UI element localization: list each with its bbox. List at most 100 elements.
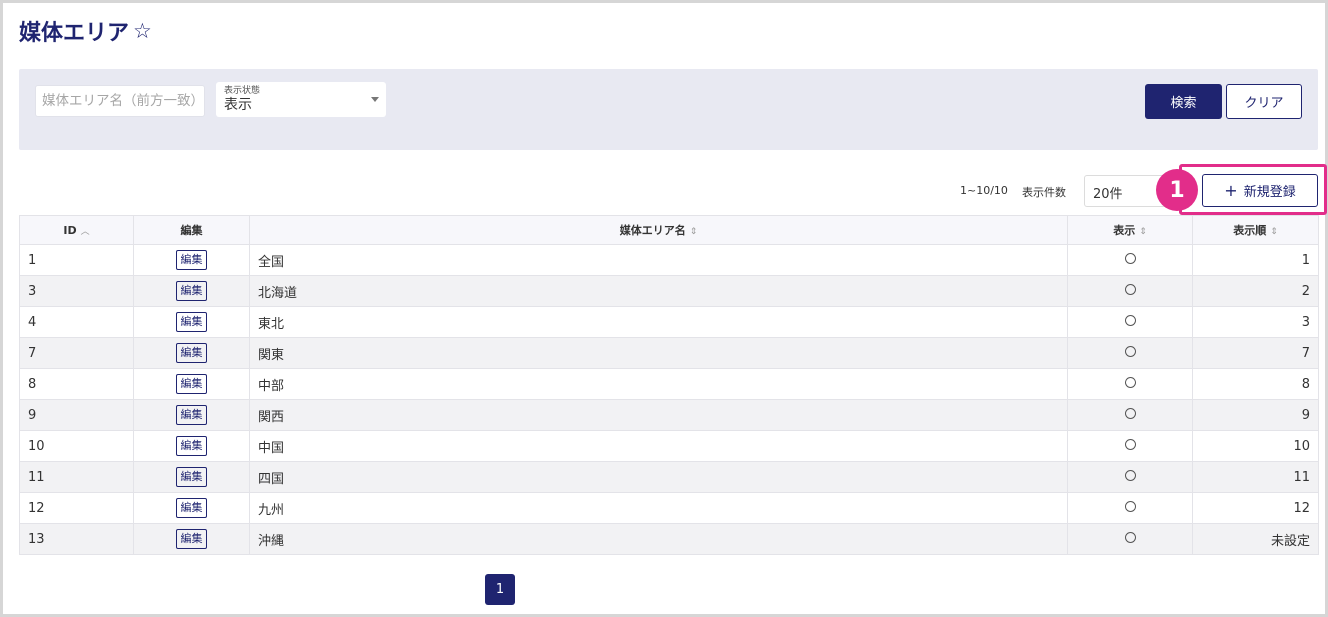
display-status-select[interactable]: 表示状態 表示 bbox=[216, 82, 386, 117]
cell-order: 7 bbox=[1192, 337, 1319, 369]
edit-button[interactable]: 編集 bbox=[176, 312, 207, 332]
edit-button[interactable]: 編集 bbox=[176, 281, 207, 301]
sort-asc-icon: ︿ bbox=[80, 226, 90, 237]
edit-button[interactable]: 編集 bbox=[176, 498, 207, 518]
table-row: 3 編集 北海道 2 bbox=[19, 275, 1319, 307]
page-title: 媒体エリア ☆ bbox=[19, 15, 152, 47]
cell-order: 3 bbox=[1192, 306, 1319, 338]
cell-id: 9 bbox=[19, 399, 134, 431]
cell-area-name: 中部 bbox=[249, 368, 1068, 400]
header-area-name[interactable]: 媒体エリア名 ⇕ bbox=[249, 215, 1068, 245]
cell-id: 1 bbox=[19, 244, 134, 276]
result-range: 1~10/10 bbox=[960, 184, 1008, 197]
cell-order: 1 bbox=[1192, 244, 1319, 276]
sort-icon: ⇕ bbox=[1270, 227, 1278, 237]
favorite-star-icon[interactable]: ☆ bbox=[133, 19, 152, 43]
edit-button[interactable]: 編集 bbox=[176, 467, 207, 487]
cell-edit: 編集 bbox=[133, 337, 250, 369]
cell-visible bbox=[1067, 430, 1193, 462]
table-row: 11 編集 四国 11 bbox=[19, 461, 1319, 493]
cell-id: 12 bbox=[19, 492, 134, 524]
table-row: 9 編集 関西 9 bbox=[19, 399, 1319, 431]
cell-id: 11 bbox=[19, 461, 134, 493]
header-id[interactable]: ID ︿ bbox=[19, 215, 134, 245]
plus-icon: + bbox=[1224, 180, 1238, 200]
cell-edit: 編集 bbox=[133, 306, 250, 338]
cell-visible bbox=[1067, 306, 1193, 338]
cell-edit: 編集 bbox=[133, 275, 250, 307]
cell-visible bbox=[1067, 492, 1193, 524]
step-number-badge: 1 bbox=[1156, 169, 1198, 211]
cell-edit: 編集 bbox=[133, 523, 250, 555]
table-row: 12 編集 九州 12 bbox=[19, 492, 1319, 524]
cell-order: 9 bbox=[1192, 399, 1319, 431]
search-button[interactable]: 検索 bbox=[1145, 84, 1222, 119]
edit-button[interactable]: 編集 bbox=[176, 250, 207, 270]
edit-button[interactable]: 編集 bbox=[176, 343, 207, 363]
header-edit: 編集 bbox=[133, 215, 250, 245]
area-name-search-input[interactable] bbox=[35, 85, 205, 117]
cell-area-name: 沖縄 bbox=[249, 523, 1068, 555]
cell-order: 2 bbox=[1192, 275, 1319, 307]
visible-circle-icon bbox=[1124, 438, 1136, 450]
header-visible[interactable]: 表示 ⇕ bbox=[1067, 215, 1193, 245]
per-page-label: 表示件数 bbox=[1022, 186, 1066, 199]
edit-button[interactable]: 編集 bbox=[176, 374, 207, 394]
display-status-value: 表示 bbox=[224, 97, 252, 113]
cell-visible bbox=[1067, 399, 1193, 431]
cell-id: 7 bbox=[19, 337, 134, 369]
sort-icon: ⇕ bbox=[689, 227, 698, 237]
area-table: ID ︿ 編集 媒体エリア名 ⇕ 表示 ⇕ 表示順 ⇕ 1 編集 全国 1 3 編集 北海道 2 4 編集… bbox=[19, 215, 1319, 555]
cell-area-name: 東北 bbox=[249, 306, 1068, 338]
cell-visible bbox=[1067, 244, 1193, 276]
cell-id: 10 bbox=[19, 430, 134, 462]
table-row: 8 編集 中部 8 bbox=[19, 368, 1319, 400]
visible-circle-icon bbox=[1124, 252, 1136, 264]
table-row: 10 編集 中国 10 bbox=[19, 430, 1319, 462]
cell-visible bbox=[1067, 337, 1193, 369]
cell-visible bbox=[1067, 461, 1193, 493]
page-frame: 媒体エリア ☆ 表示状態 表示 検索 クリア 1~10/10 表示件数 20件 … bbox=[0, 0, 1328, 617]
visible-circle-icon bbox=[1124, 469, 1136, 481]
cell-edit: 編集 bbox=[133, 399, 250, 431]
cell-visible bbox=[1067, 275, 1193, 307]
cell-edit: 編集 bbox=[133, 430, 250, 462]
header-order[interactable]: 表示順 ⇕ bbox=[1192, 215, 1319, 245]
visible-circle-icon bbox=[1124, 283, 1136, 295]
table-header-row: ID ︿ 編集 媒体エリア名 ⇕ 表示 ⇕ 表示順 ⇕ bbox=[19, 215, 1319, 245]
cell-area-name: 関東 bbox=[249, 337, 1068, 369]
edit-button[interactable]: 編集 bbox=[176, 436, 207, 456]
cell-id: 13 bbox=[19, 523, 134, 555]
table-row: 13 編集 沖縄 未設定 bbox=[19, 523, 1319, 555]
visible-circle-icon bbox=[1124, 407, 1136, 419]
cell-edit: 編集 bbox=[133, 244, 250, 276]
edit-button[interactable]: 編集 bbox=[176, 405, 207, 425]
visible-circle-icon bbox=[1124, 314, 1136, 326]
per-page-value: 20件 bbox=[1093, 187, 1123, 202]
cell-order: 11 bbox=[1192, 461, 1319, 493]
cell-id: 4 bbox=[19, 306, 134, 338]
cell-id: 3 bbox=[19, 275, 134, 307]
visible-circle-icon bbox=[1124, 376, 1136, 388]
cell-order: 未設定 bbox=[1192, 523, 1319, 555]
cell-id: 8 bbox=[19, 368, 134, 400]
visible-circle-icon bbox=[1124, 531, 1136, 543]
visible-circle-icon bbox=[1124, 345, 1136, 357]
cell-edit: 編集 bbox=[133, 461, 250, 493]
edit-button[interactable]: 編集 bbox=[176, 529, 207, 549]
sort-icon: ⇕ bbox=[1139, 227, 1147, 237]
cell-area-name: 北海道 bbox=[249, 275, 1068, 307]
cell-order: 8 bbox=[1192, 368, 1319, 400]
clear-button[interactable]: クリア bbox=[1226, 84, 1302, 119]
pagination-page-1[interactable]: 1 bbox=[485, 574, 515, 605]
cell-area-name: 九州 bbox=[249, 492, 1068, 524]
table-row: 4 編集 東北 3 bbox=[19, 306, 1319, 338]
cell-area-name: 中国 bbox=[249, 430, 1068, 462]
cell-order: 10 bbox=[1192, 430, 1319, 462]
cell-area-name: 関西 bbox=[249, 399, 1068, 431]
visible-circle-icon bbox=[1124, 500, 1136, 512]
new-register-label: 新規登録 bbox=[1243, 185, 1296, 200]
table-row: 1 編集 全国 1 bbox=[19, 244, 1319, 276]
cell-visible bbox=[1067, 368, 1193, 400]
new-register-button[interactable]: + 新規登録 bbox=[1202, 174, 1318, 207]
